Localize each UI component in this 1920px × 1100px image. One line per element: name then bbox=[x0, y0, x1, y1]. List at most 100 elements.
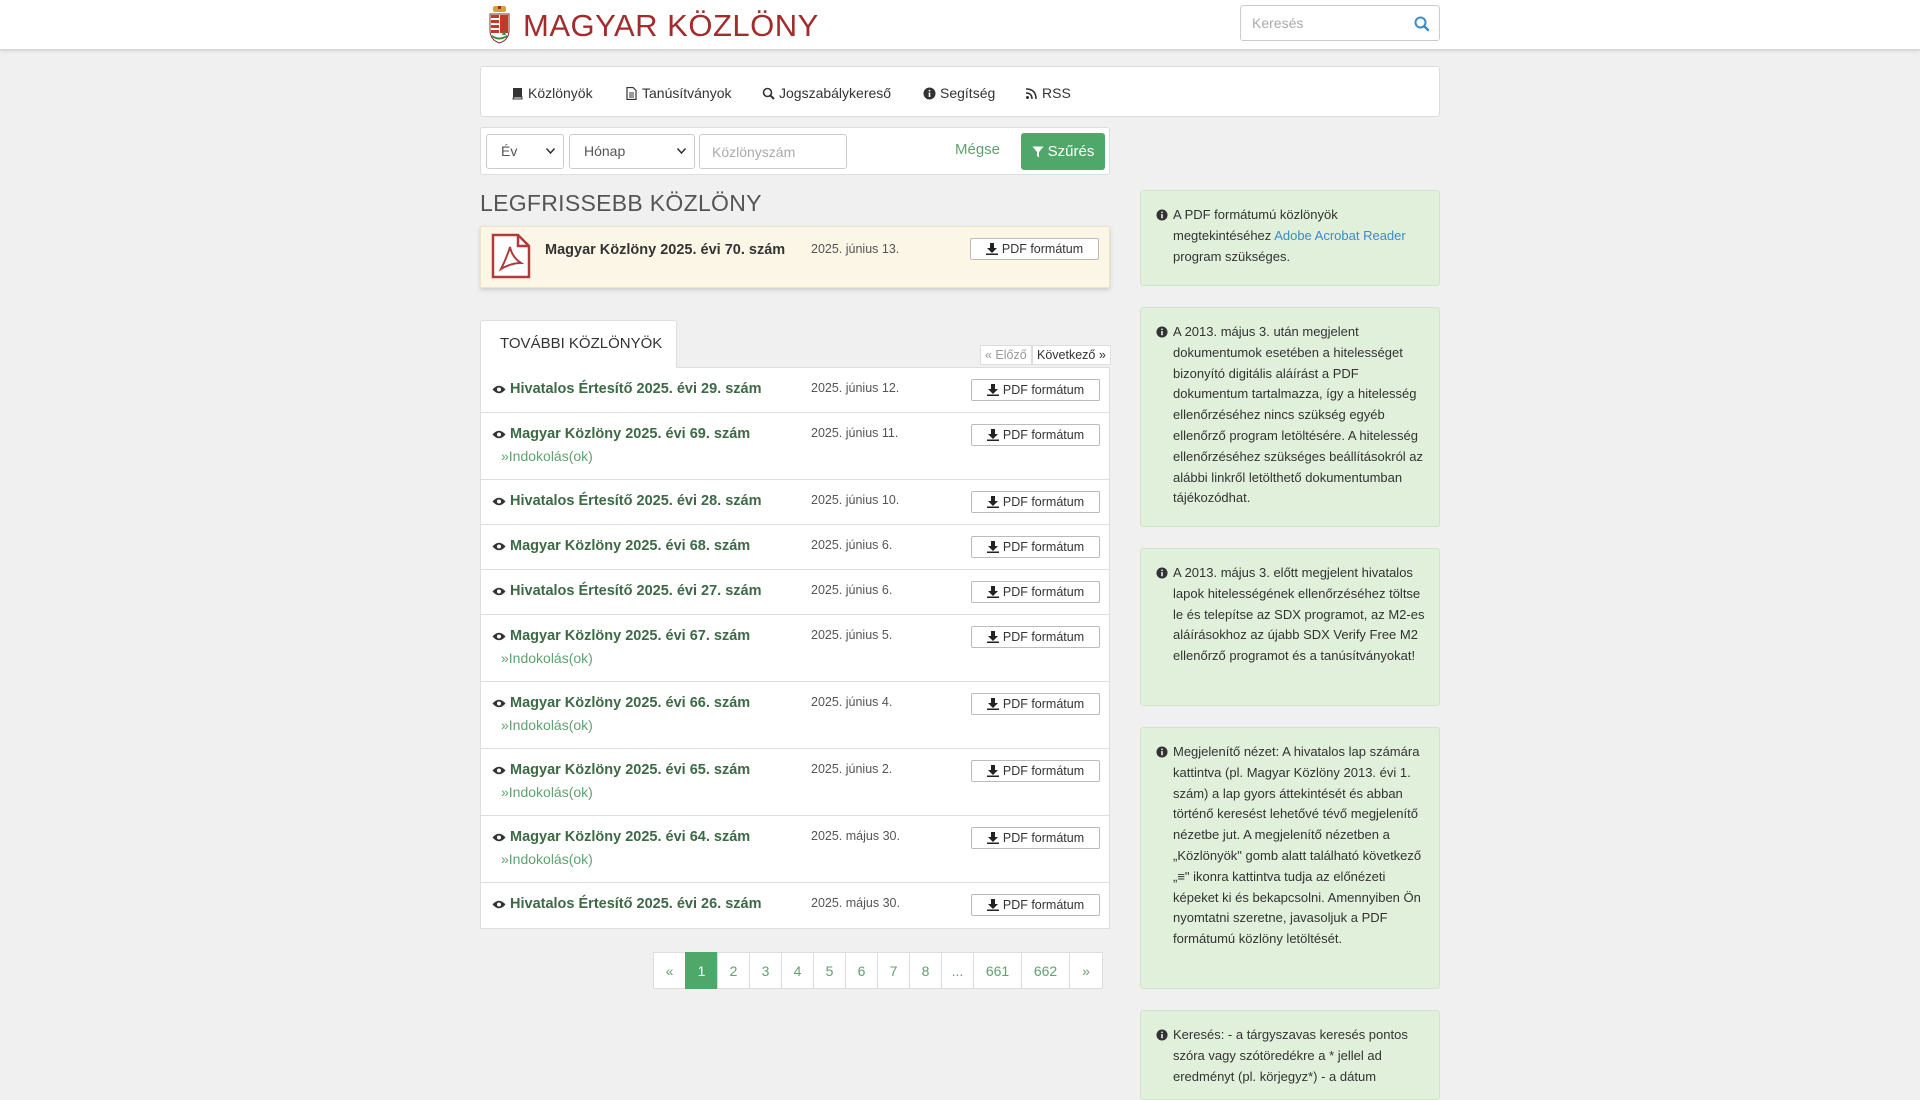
info-icon bbox=[1156, 1029, 1168, 1041]
book-icon bbox=[512, 87, 523, 99]
issue-link[interactable]: Magyar Közlöny 2025. évi 65. szám bbox=[492, 762, 750, 778]
pdf-download-button[interactable]: PDF formátum bbox=[971, 491, 1100, 513]
year-select[interactable]: Év bbox=[486, 134, 564, 169]
pdf-download-button[interactable]: PDF formátum bbox=[971, 424, 1100, 446]
pdf-download-button[interactable]: PDF formátum bbox=[971, 626, 1100, 648]
info-icon bbox=[1156, 567, 1168, 579]
page-next[interactable]: » bbox=[1069, 952, 1103, 989]
info-icon bbox=[1156, 746, 1168, 758]
pdf-button-label: PDF formátum bbox=[1002, 764, 1085, 778]
search-box bbox=[1240, 5, 1440, 41]
list-item: Hivatalos Értesítő 2025. évi 27. szám 20… bbox=[481, 570, 1109, 615]
document-icon bbox=[626, 86, 637, 100]
info-box-search: Keresés: - a tárgyszavas keresés pontos … bbox=[1140, 1010, 1440, 1100]
indokolas-link[interactable]: »Indokolás(ok) bbox=[501, 448, 593, 464]
issue-link[interactable]: Hivatalos Értesítő 2025. évi 28. szám bbox=[492, 493, 761, 509]
page-prev[interactable]: « bbox=[653, 952, 686, 989]
issue-link[interactable]: Hivatalos Értesítő 2025. évi 26. szám bbox=[492, 896, 761, 912]
indokolas-link[interactable]: »Indokolás(ok) bbox=[501, 650, 593, 666]
issue-title: Hivatalos Értesítő 2025. évi 26. szám bbox=[510, 896, 762, 912]
issue-link[interactable]: Hivatalos Értesítő 2025. évi 29. szám bbox=[492, 381, 761, 397]
pdf-download-button[interactable]: PDF formátum bbox=[970, 238, 1099, 260]
prev-link[interactable]: « Előző bbox=[980, 345, 1032, 365]
page-8[interactable]: 8 bbox=[909, 952, 942, 989]
search-input[interactable] bbox=[1241, 6, 1401, 40]
issue-link[interactable]: Hivatalos Értesítő 2025. évi 27. szám bbox=[492, 583, 761, 599]
pdf-download-button[interactable]: PDF formátum bbox=[971, 379, 1100, 401]
tab-tovabbi-kozlonyok[interactable]: TOVÁBBI KÖZLÖNYÖK bbox=[480, 320, 677, 368]
pdf-button-label: PDF formátum bbox=[1002, 540, 1085, 554]
latest-issue-title[interactable]: Magyar Közlöny 2025. évi 70. szám bbox=[545, 242, 785, 258]
info-text: program szükséges. bbox=[1173, 248, 1291, 264]
download-icon bbox=[986, 765, 999, 777]
issue-date: 2025. június 5. bbox=[811, 628, 893, 642]
issue-title: Hivatalos Értesítő 2025. évi 27. szám bbox=[510, 583, 762, 599]
nav-label: Tanúsítványok bbox=[642, 85, 732, 101]
nav-segitseg[interactable]: Segítség bbox=[923, 83, 995, 103]
month-select[interactable]: Hónap bbox=[569, 134, 695, 169]
funnel-icon bbox=[1032, 146, 1044, 157]
pdf-button-label: PDF formátum bbox=[1002, 697, 1085, 711]
page-661[interactable]: 661 bbox=[973, 952, 1022, 989]
list-item: Magyar Közlöny 2025. évi 69. szám »Indok… bbox=[481, 413, 1109, 480]
page-4[interactable]: 4 bbox=[781, 952, 814, 989]
issue-date: 2025. május 30. bbox=[811, 829, 900, 843]
issue-title: Hivatalos Értesítő 2025. évi 28. szám bbox=[510, 493, 762, 509]
issue-link[interactable]: Magyar Közlöny 2025. évi 64. szám bbox=[492, 829, 750, 845]
pdf-button-label: PDF formátum bbox=[1002, 495, 1085, 509]
list-item: Hivatalos Értesítő 2025. évi 26. szám 20… bbox=[481, 883, 1109, 928]
chevron-down-icon bbox=[677, 148, 686, 154]
page-2[interactable]: 2 bbox=[717, 952, 750, 989]
pdf-button-label: PDF formátum bbox=[1002, 428, 1085, 442]
nav-rss[interactable]: RSS bbox=[1025, 83, 1071, 103]
issue-link[interactable]: Magyar Közlöny 2025. évi 69. szám bbox=[492, 426, 750, 442]
nav-label: Jogszabálykereső bbox=[779, 85, 892, 101]
page-ellipsis: ... bbox=[941, 952, 974, 989]
page-5[interactable]: 5 bbox=[813, 952, 846, 989]
pdf-download-button[interactable]: PDF formátum bbox=[971, 581, 1100, 603]
issue-link[interactable]: Magyar Közlöny 2025. évi 68. szám bbox=[492, 538, 750, 554]
search-zoom-icon bbox=[762, 87, 775, 100]
info-icon bbox=[1156, 326, 1168, 338]
issue-title: Magyar Közlöny 2025. évi 69. szám bbox=[510, 426, 751, 442]
pdf-download-button[interactable]: PDF formátum bbox=[971, 827, 1100, 849]
nav-jogszabalykereso[interactable]: Jogszabálykereső bbox=[762, 83, 891, 103]
filter-button[interactable]: Szűrés bbox=[1021, 133, 1105, 170]
list-item: Magyar Közlöny 2025. évi 68. szám 2025. … bbox=[481, 525, 1109, 570]
info-box-viewer: Megjelenítő nézet: A hivatalos lap számá… bbox=[1140, 727, 1440, 989]
eye-icon bbox=[492, 430, 506, 438]
eye-icon bbox=[492, 632, 506, 640]
nav-kozlonyok[interactable]: Közlönyök bbox=[511, 83, 593, 103]
acrobat-reader-link[interactable]: Adobe Acrobat Reader bbox=[1274, 228, 1406, 243]
cancel-button[interactable]: Mégse bbox=[955, 141, 1000, 158]
pdf-file-icon[interactable] bbox=[491, 233, 531, 279]
page-7[interactable]: 7 bbox=[877, 952, 910, 989]
indokolas-link[interactable]: »Indokolás(ok) bbox=[501, 717, 593, 733]
page-3[interactable]: 3 bbox=[749, 952, 782, 989]
indokolas-link[interactable]: »Indokolás(ok) bbox=[501, 851, 593, 867]
download-icon bbox=[986, 832, 999, 844]
page-662[interactable]: 662 bbox=[1021, 952, 1070, 989]
pdf-download-button[interactable]: PDF formátum bbox=[971, 693, 1100, 715]
search-icon[interactable] bbox=[1413, 15, 1431, 33]
eye-icon bbox=[492, 542, 506, 550]
issue-number-input[interactable] bbox=[699, 134, 847, 169]
issue-title: Magyar Közlöny 2025. évi 67. szám bbox=[510, 628, 751, 644]
pdf-download-button[interactable]: PDF formátum bbox=[971, 894, 1100, 916]
nav-tanusitvanyok[interactable]: Tanúsítványok bbox=[625, 83, 732, 103]
issue-link[interactable]: Magyar Közlöny 2025. évi 67. szám bbox=[492, 628, 750, 644]
page-6[interactable]: 6 bbox=[845, 952, 878, 989]
next-link[interactable]: Következő » bbox=[1032, 345, 1111, 365]
eye-icon bbox=[492, 833, 506, 841]
issue-link[interactable]: Magyar Közlöny 2025. évi 66. szám bbox=[492, 695, 750, 711]
pdf-download-button[interactable]: PDF formátum bbox=[971, 536, 1100, 558]
pdf-download-button[interactable]: PDF formátum bbox=[971, 760, 1100, 782]
info-icon bbox=[923, 87, 936, 99]
list-item: Hivatalos Értesítő 2025. évi 29. szám 20… bbox=[481, 368, 1109, 413]
top-bar: MAGYAR KÖZLÖNY bbox=[0, 0, 1920, 50]
site-title[interactable]: MAGYAR KÖZLÖNY bbox=[523, 8, 819, 44]
indokolas-link[interactable]: »Indokolás(ok) bbox=[501, 784, 593, 800]
latest-heading: LEGFRISSEBB KÖZLÖNY bbox=[480, 190, 762, 216]
coat-of-arms-icon[interactable] bbox=[489, 6, 510, 44]
page-1[interactable]: 1 bbox=[685, 952, 718, 989]
